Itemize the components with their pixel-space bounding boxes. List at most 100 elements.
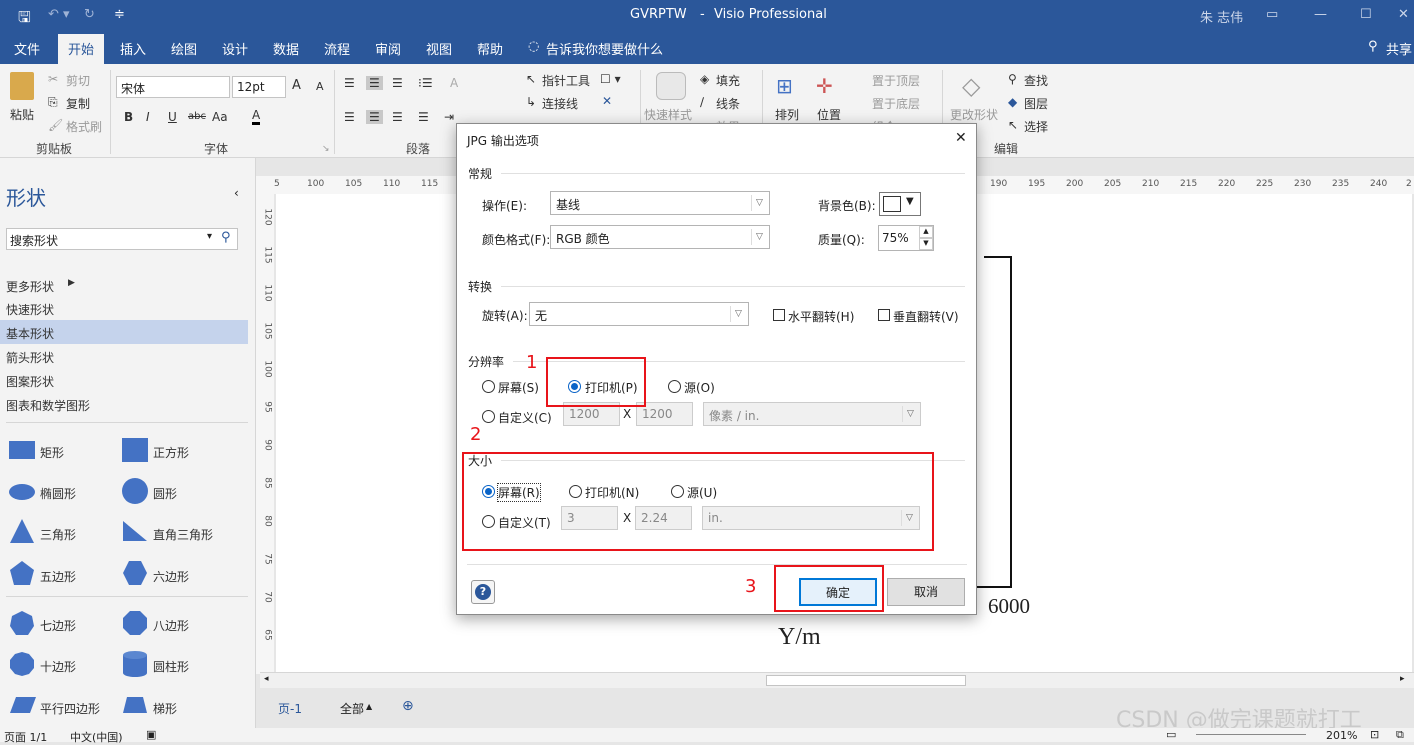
shape-circle[interactable]: 圆形 bbox=[153, 485, 177, 502]
tab-insert[interactable]: 插入 bbox=[120, 39, 146, 58]
nav-quick-shapes[interactable]: 快速形状 bbox=[6, 301, 54, 318]
heptagon-shape-icon[interactable] bbox=[9, 610, 35, 636]
minimize-icon[interactable]: — bbox=[1314, 7, 1327, 22]
collapse-panel-icon[interactable]: ‹ bbox=[234, 186, 239, 200]
scroll-right-icon[interactable]: ▸ bbox=[1400, 674, 1405, 684]
zoom-slider[interactable] bbox=[1196, 734, 1306, 735]
resolution-unit-select[interactable]: 像素 / in. ▽ bbox=[703, 402, 921, 426]
operation-select[interactable]: 基线 ▽ bbox=[550, 191, 770, 215]
fit-page-icon[interactable]: ⊡ bbox=[1370, 728, 1379, 741]
font-name-select[interactable]: 宋体 bbox=[116, 76, 230, 98]
shape-cylinder[interactable]: 圆柱形 bbox=[153, 658, 189, 675]
shape-octagon[interactable]: 八边形 bbox=[153, 617, 189, 634]
background-color-picker[interactable]: ▼ bbox=[879, 192, 921, 216]
change-shape-button[interactable]: 更改形状 bbox=[950, 106, 998, 123]
tab-help[interactable]: 帮助 bbox=[477, 39, 503, 58]
cylinder-shape-icon[interactable] bbox=[122, 650, 148, 678]
nav-more-shapes[interactable]: 更多形状 bbox=[6, 278, 54, 295]
tab-review[interactable]: 审阅 bbox=[375, 39, 401, 58]
bring-to-front-button[interactable]: 置于顶层 bbox=[872, 72, 920, 89]
tab-design[interactable]: 设计 bbox=[222, 39, 248, 58]
circle-shape-icon[interactable] bbox=[122, 478, 148, 504]
underline-button[interactable]: U bbox=[168, 110, 177, 124]
macro-icon[interactable]: ▣ bbox=[146, 728, 156, 741]
bold-button[interactable]: B bbox=[124, 110, 133, 124]
ellipse-shape-icon[interactable] bbox=[9, 484, 35, 500]
paste-button[interactable]: 粘贴 bbox=[10, 106, 34, 123]
close-window-icon[interactable]: ✕ bbox=[1398, 7, 1409, 22]
shape-rectangle[interactable]: 矩形 bbox=[40, 444, 64, 461]
shape-decagon[interactable]: 十边形 bbox=[40, 658, 76, 675]
shape-trapezoid[interactable]: 梯形 bbox=[153, 700, 177, 717]
all-pages-button[interactable]: 全部 bbox=[340, 700, 364, 717]
line-button[interactable]: 线条 bbox=[716, 95, 740, 112]
align-bottom-icon[interactable]: ☰ bbox=[392, 76, 403, 90]
redo-icon[interactable]: ↻ bbox=[84, 7, 95, 22]
decagon-shape-icon[interactable] bbox=[9, 651, 35, 677]
text-direction-icon[interactable]: A bbox=[450, 76, 458, 90]
trapezoid-shape-icon[interactable] bbox=[122, 696, 148, 714]
align-left-icon[interactable]: ☰ bbox=[344, 110, 355, 124]
align-right-icon[interactable]: ☰ bbox=[392, 110, 403, 124]
nav-pattern-shapes[interactable]: 图案形状 bbox=[6, 373, 54, 390]
customize-qat-icon[interactable]: ≑ bbox=[114, 7, 125, 22]
undo-icon[interactable]: ↶ ▾ bbox=[48, 7, 70, 22]
arrange-button[interactable]: 排列 bbox=[775, 106, 799, 123]
resolution-custom-radio[interactable] bbox=[482, 410, 495, 423]
nav-arrow-shapes[interactable]: 箭头形状 bbox=[6, 349, 54, 366]
resolution-screen-radio[interactable] bbox=[482, 380, 495, 393]
justify-icon[interactable]: ☰ bbox=[418, 110, 429, 124]
position-button[interactable]: 位置 bbox=[817, 106, 841, 123]
horizontal-flip-label[interactable]: 水平翻转(H) bbox=[788, 308, 854, 325]
zoom-level[interactable]: 201% bbox=[1326, 729, 1357, 742]
switch-windows-icon[interactable]: ⧉ bbox=[1396, 728, 1404, 742]
resolution-custom-label[interactable]: 自定义(C) bbox=[498, 409, 552, 426]
presentation-mode-icon[interactable]: ▭ bbox=[1166, 728, 1176, 741]
shape-right-triangle[interactable]: 直角三角形 bbox=[153, 526, 213, 543]
rectangle-shape-icon[interactable] bbox=[9, 441, 35, 459]
position-icon[interactable]: ✛ bbox=[816, 74, 833, 98]
page-tab-1[interactable]: 页-1 bbox=[278, 700, 302, 717]
pentagon-shape-icon[interactable] bbox=[9, 560, 35, 586]
quick-styles-icon[interactable] bbox=[656, 72, 686, 100]
tab-draw[interactable]: 绘图 bbox=[171, 39, 197, 58]
copy-button[interactable]: 复制 bbox=[66, 95, 90, 112]
cancel-button[interactable]: 取消 bbox=[887, 578, 965, 606]
search-dropdown-icon[interactable]: ▾ bbox=[207, 231, 212, 242]
spin-up-icon[interactable]: ▲ bbox=[919, 226, 933, 238]
format-painter-button[interactable]: 格式刷 bbox=[66, 118, 102, 135]
square-shape-icon[interactable] bbox=[122, 438, 148, 462]
font-size-select[interactable]: 12pt bbox=[232, 76, 286, 98]
nav-basic-shapes[interactable]: 基本形状 bbox=[6, 325, 54, 342]
shape-heptagon[interactable]: 七边形 bbox=[40, 617, 76, 634]
grow-font-button[interactable]: A bbox=[292, 78, 301, 93]
save-icon[interactable]: 🖫 bbox=[18, 7, 31, 32]
tab-data[interactable]: 数据 bbox=[273, 39, 299, 58]
shape-parallelogram[interactable]: 平行四边形 bbox=[40, 700, 100, 717]
layers-button[interactable]: 图层 bbox=[1024, 95, 1048, 112]
change-shape-icon[interactable]: ◇ bbox=[962, 72, 980, 100]
select-button[interactable]: 选择 bbox=[1024, 118, 1048, 135]
help-button[interactable]: ? bbox=[471, 580, 495, 604]
tab-home[interactable]: 开始 bbox=[58, 34, 105, 64]
maximize-icon[interactable]: ☐ bbox=[1360, 7, 1372, 22]
right-triangle-shape-icon[interactable] bbox=[122, 520, 148, 542]
search-shapes-input[interactable]: 搜索形状 bbox=[10, 232, 58, 249]
italic-button[interactable]: I bbox=[146, 110, 150, 124]
tab-view[interactable]: 视图 bbox=[426, 39, 452, 58]
paste-icon[interactable] bbox=[10, 72, 34, 100]
align-center-icon[interactable]: ☰ bbox=[366, 110, 383, 124]
cut-button[interactable]: 剪切 bbox=[66, 72, 90, 89]
language-indicator[interactable]: 中文(中国) bbox=[70, 729, 123, 745]
horizontal-flip-checkbox[interactable] bbox=[773, 309, 785, 321]
resolution-screen-label[interactable]: 屏幕(S) bbox=[498, 379, 539, 396]
tell-me-search[interactable]: 告诉我你想要做什么 bbox=[546, 39, 663, 58]
shape-hexagon[interactable]: 六边形 bbox=[153, 568, 189, 585]
vertical-flip-label[interactable]: 垂直翻转(V) bbox=[893, 308, 959, 325]
share-button[interactable]: 共享 bbox=[1386, 39, 1412, 58]
rotate-select[interactable]: 无 ▽ bbox=[529, 302, 749, 326]
resolution-source-label[interactable]: 源(O) bbox=[684, 379, 715, 396]
bullets-icon[interactable]: ⁝☰ bbox=[418, 76, 433, 90]
octagon-shape-icon[interactable] bbox=[122, 610, 148, 636]
triangle-shape-icon[interactable] bbox=[9, 518, 35, 544]
